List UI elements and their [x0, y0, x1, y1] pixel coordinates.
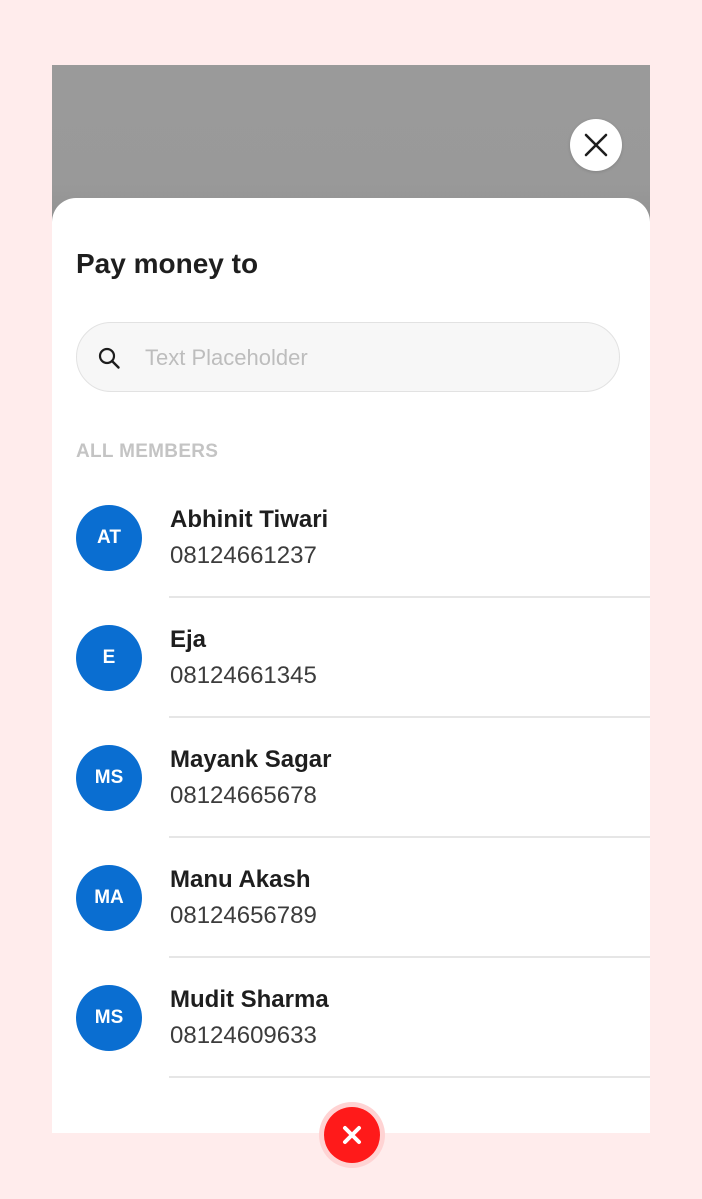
member-item[interactable]: MS Mudit Sharma 08124609633 [52, 958, 650, 1078]
close-button[interactable] [570, 119, 622, 171]
dismiss-button[interactable] [319, 1102, 385, 1168]
avatar: E [76, 625, 142, 691]
search-icon [98, 347, 120, 369]
member-item[interactable]: MS Mayank Sagar 08124665678 [52, 718, 650, 838]
member-item[interactable]: MA Manu Akash 08124656789 [52, 838, 650, 958]
member-phone: 08124656789 [170, 902, 317, 929]
member-name: Mayank Sagar [170, 746, 332, 773]
search-field[interactable] [76, 322, 620, 393]
avatar: MA [76, 865, 142, 931]
divider [169, 1076, 650, 1078]
avatar: AT [76, 505, 142, 571]
avatar: MS [76, 745, 142, 811]
dismiss-button-fill [324, 1107, 380, 1163]
sheet-title: Pay money to [76, 248, 259, 279]
member-item[interactable]: AT Abhinit Tiwari 08124661237 [52, 478, 650, 598]
member-list: AT Abhinit Tiwari 08124661237 E Eja 0812… [52, 478, 650, 1078]
bottom-sheet: Pay money to ALL MEMBERS AT Abhinit Tiwa… [52, 198, 650, 1133]
member-name: Eja [170, 626, 207, 653]
member-phone: 08124665678 [170, 782, 317, 809]
member-name: Manu Akash [170, 866, 311, 893]
search-input[interactable] [143, 323, 607, 393]
member-phone: 08124609633 [170, 1022, 317, 1049]
member-name: Mudit Sharma [170, 986, 329, 1013]
avatar: MS [76, 985, 142, 1051]
member-item[interactable]: E Eja 08124661345 [52, 598, 650, 718]
member-name: Abhinit Tiwari [170, 506, 329, 533]
member-phone: 08124661345 [170, 662, 317, 689]
close-icon [584, 133, 608, 157]
close-icon [343, 1126, 361, 1144]
phone-screen: Pay money to ALL MEMBERS AT Abhinit Tiwa… [52, 65, 650, 1133]
member-phone: 08124661237 [170, 542, 317, 569]
section-label: ALL MEMBERS [76, 441, 219, 462]
